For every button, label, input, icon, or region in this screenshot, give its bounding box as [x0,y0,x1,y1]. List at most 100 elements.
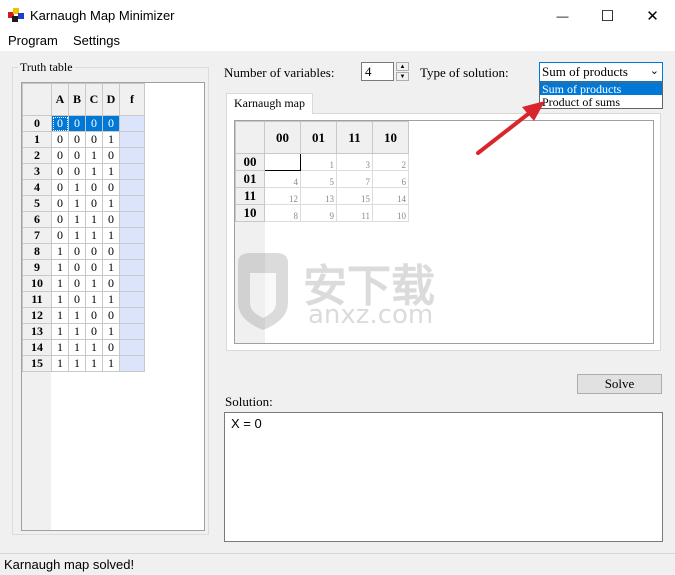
bit-cell[interactable]: 0 [85,259,103,276]
bit-cell[interactable]: 0 [102,147,120,164]
kmap-row-header[interactable]: 11 [235,187,265,205]
kmap-cell[interactable]: 9 [300,204,337,222]
solution-type-select[interactable]: Sum of products ⌄ [539,62,663,82]
bit-cell[interactable]: 1 [102,227,120,244]
row-index[interactable]: 13 [22,323,52,340]
bit-cell[interactable]: 0 [51,115,69,132]
truth-table-row[interactable]: 00000 [22,115,145,132]
row-index[interactable]: 15 [22,355,52,372]
bit-cell[interactable]: 0 [102,115,120,132]
f-cell[interactable] [119,131,145,148]
kmap-col-header[interactable]: 01 [300,121,337,154]
column-header-a[interactable]: A [51,83,69,116]
bit-cell[interactable]: 1 [102,195,120,212]
f-cell[interactable] [119,211,145,228]
kmap-col-header[interactable]: 10 [372,121,409,154]
row-index[interactable]: 5 [22,195,52,212]
kmap-row-header[interactable]: 01 [235,170,265,188]
bit-cell[interactable]: 1 [68,339,86,356]
kmap-cell[interactable]: 4 [264,170,301,188]
truth-table-row[interactable]: 14 1 1 1 0 [22,339,145,356]
minimize-button[interactable]: — [540,0,585,31]
spin-down-button[interactable]: ▼ [396,72,409,81]
close-button[interactable]: ✕ [630,0,675,31]
f-cell[interactable] [119,307,145,324]
column-header-b[interactable]: B [68,83,86,116]
column-header-d[interactable]: D [102,83,120,116]
bit-cell[interactable]: 1 [51,355,69,372]
bit-cell[interactable]: 1 [51,307,69,324]
kmap-cell[interactable]: 14 [372,187,409,205]
f-cell[interactable] [119,291,145,308]
kmap-cell[interactable]: 13 [300,187,337,205]
truth-table-row[interactable]: 12 1 1 0 0 [22,307,145,324]
chevron-down-icon[interactable]: ⌄ [650,64,659,77]
bit-cell[interactable]: 0 [51,179,69,196]
bit-cell[interactable]: 0 [85,323,103,340]
kmap-row-header[interactable]: 00 [235,153,265,171]
bit-cell[interactable]: 1 [85,291,103,308]
bit-cell[interactable]: 0 [85,179,103,196]
kmap-cell[interactable]: 5 [300,170,337,188]
bit-cell[interactable]: 0 [68,243,86,260]
truth-table-row[interactable]: 10 1 0 1 0 [22,275,145,292]
spin-up-button[interactable]: ▲ [396,62,409,71]
bit-cell[interactable]: 0 [68,163,86,180]
bit-cell[interactable]: 1 [102,163,120,180]
row-index[interactable]: 0 [22,115,52,132]
kmap-cell[interactable]: 6 [372,170,409,188]
bit-cell[interactable]: 1 [51,291,69,308]
row-index[interactable]: 2 [22,147,52,164]
bit-cell[interactable]: 0 [51,131,69,148]
bit-cell[interactable]: 1 [51,243,69,260]
kmap-cell[interactable]: 2 [372,153,409,171]
truth-table-row[interactable]: 13 1 1 0 1 [22,323,145,340]
bit-cell[interactable]: 0 [51,163,69,180]
f-cell[interactable] [119,339,145,356]
bit-cell[interactable]: 1 [68,355,86,372]
f-cell[interactable] [119,179,145,196]
row-index[interactable]: 3 [22,163,52,180]
bit-cell[interactable]: 1 [85,163,103,180]
row-index[interactable]: 6 [22,211,52,228]
kmap-cell[interactable]: 8 [264,204,301,222]
bit-cell[interactable]: 1 [68,195,86,212]
f-cell[interactable] [119,259,145,276]
num-vars-input[interactable]: 4 [361,62,394,81]
bit-cell[interactable]: 0 [102,339,120,356]
truth-table-row[interactable]: 30011 [22,163,145,180]
solve-button[interactable]: Solve [577,374,662,394]
bit-cell[interactable]: 1 [51,339,69,356]
row-index[interactable]: 11 [22,291,52,308]
row-index[interactable]: 10 [22,275,52,292]
f-cell[interactable] [119,323,145,340]
kmap-cell[interactable]: 12 [264,187,301,205]
bit-cell[interactable]: 1 [102,259,120,276]
bit-cell[interactable]: 0 [85,131,103,148]
tab-karnaugh-map[interactable]: Karnaugh map [226,93,313,114]
bit-cell[interactable]: 0 [102,275,120,292]
column-header-c[interactable]: C [85,83,103,116]
bit-cell[interactable]: 1 [85,355,103,372]
solution-type-dropdown[interactable]: Sum of products Product of sums [539,82,663,109]
bit-cell[interactable]: 0 [68,147,86,164]
truth-table-row[interactable]: 60110 [22,211,145,228]
bit-cell[interactable]: 1 [85,211,103,228]
f-cell[interactable] [119,163,145,180]
f-cell[interactable] [119,275,145,292]
bit-cell[interactable]: 1 [102,323,120,340]
solution-output[interactable]: X = 0 [224,412,663,542]
bit-cell[interactable]: 1 [85,147,103,164]
bit-cell[interactable]: 1 [68,179,86,196]
row-index[interactable]: 7 [22,227,52,244]
truth-table-row[interactable]: 70111 [22,227,145,244]
bit-cell[interactable]: 0 [102,243,120,260]
f-cell[interactable] [119,195,145,212]
bit-cell[interactable]: 0 [102,179,120,196]
bit-cell[interactable]: 0 [68,275,86,292]
truth-table-grid[interactable]: A B C D f 000001000120010300114010050101… [21,82,205,531]
truth-table-row[interactable]: 40100 [22,179,145,196]
bit-cell[interactable]: 1 [85,227,103,244]
bit-cell[interactable]: 0 [51,227,69,244]
f-cell[interactable] [119,355,145,372]
